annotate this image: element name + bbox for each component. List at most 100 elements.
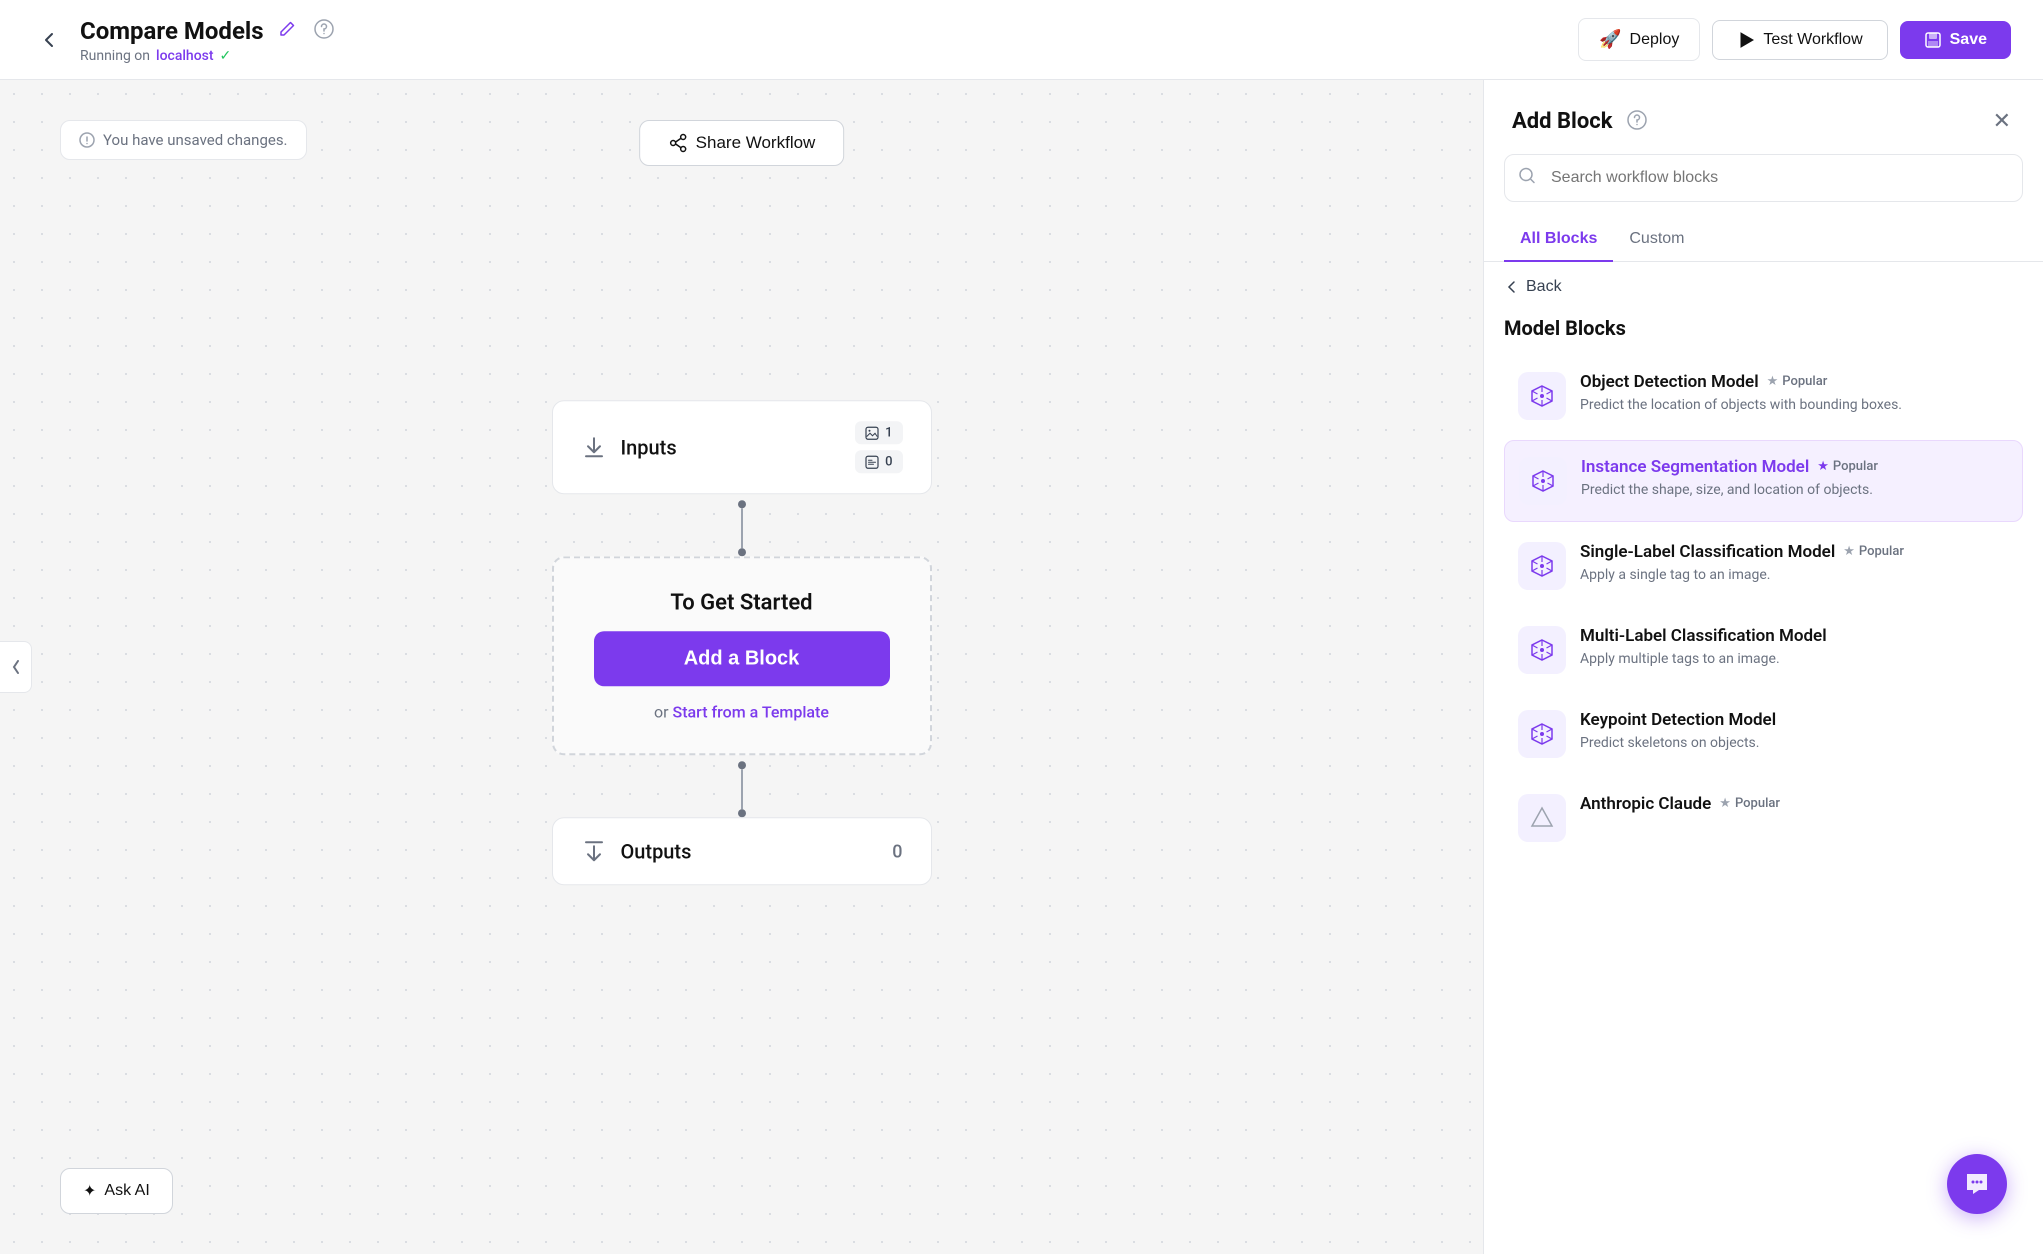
help-button[interactable] (310, 15, 338, 46)
title-row: Compare Models (80, 15, 338, 46)
search-input[interactable] (1504, 154, 2023, 202)
canvas-area: You have unsaved changes. Share Workflow (0, 80, 1483, 1254)
close-panel-button[interactable]: ✕ (1989, 104, 2015, 138)
share-workflow-label: Share Workflow (696, 133, 816, 153)
search-box (1504, 154, 2023, 202)
outputs-text: Outputs (621, 839, 692, 863)
block-name: Object Detection Model (1580, 372, 1759, 392)
block-icon (1518, 710, 1566, 758)
ask-ai-icon: ✦ (83, 1181, 96, 1201)
popular-badge: ★ Popular (1817, 459, 1878, 474)
ask-ai-button[interactable]: ✦ Ask AI (60, 1168, 173, 1214)
block-desc: Predict the location of objects with bou… (1580, 396, 2009, 416)
tab-custom[interactable]: Custom (1613, 218, 1700, 262)
deploy-label: Deploy (1630, 31, 1680, 49)
block-name-row: Anthropic Claude ★ Popular (1580, 794, 2009, 814)
block-desc: Predict the shape, size, and location of… (1581, 481, 2008, 501)
outputs-label: Outputs (581, 838, 692, 864)
test-label: Test Workflow (1763, 31, 1862, 49)
save-button[interactable]: Save (1900, 21, 2011, 59)
or-text: or (654, 702, 669, 721)
block-icon (1519, 457, 1567, 505)
block-name: Single-Label Classification Model (1580, 542, 1835, 562)
block-item[interactable]: Multi-Label Classification Model Apply m… (1504, 610, 2023, 690)
connector-1 (738, 494, 746, 556)
check-icon: ✓ (220, 48, 232, 64)
tabs: All Blocks Custom (1484, 218, 2043, 262)
block-name-row: Single-Label Classification Model ★ Popu… (1580, 542, 2009, 562)
block-name: Instance Segmentation Model (1581, 457, 1809, 477)
panel-title-text: Add Block (1512, 109, 1613, 134)
subtitle-prefix: Running on (80, 48, 150, 64)
inputs-label: Inputs (581, 434, 677, 460)
header: Compare Models Running on localhost (0, 0, 2043, 80)
block-item[interactable]: Object Detection Model ★ Popular Predict… (1504, 356, 2023, 436)
rocket-icon: 🚀 (1599, 29, 1621, 50)
popular-badge: ★ Popular (1843, 544, 1904, 559)
save-label: Save (1950, 31, 1987, 49)
header-left: Compare Models Running on localhost (32, 15, 338, 64)
right-panel: Add Block ✕ All Blo (1483, 80, 2043, 1254)
outputs-node[interactable]: Outputs 0 (552, 817, 932, 885)
outputs-count: 0 (892, 841, 902, 862)
workflow-nodes: Inputs 1 (552, 400, 932, 885)
block-item[interactable]: Single-Label Classification Model ★ Popu… (1504, 526, 2023, 606)
connector-2 (738, 755, 746, 817)
inputs-text: Inputs (621, 435, 677, 459)
start-from-template-link[interactable]: Start from a Template (673, 702, 829, 721)
popular-badge: ★ Popular (1767, 374, 1828, 389)
image-badge: 1 (855, 421, 902, 444)
deploy-button[interactable]: 🚀 Deploy (1578, 18, 1700, 61)
tab-all-blocks[interactable]: All Blocks (1504, 218, 1613, 262)
block-icon (1518, 794, 1566, 842)
block-info: Anthropic Claude ★ Popular (1580, 794, 2009, 818)
back-link-text: Back (1526, 278, 1562, 296)
image-count: 1 (885, 425, 892, 440)
popular-badge: ★ Popular (1719, 796, 1780, 811)
to-get-started-text: To Get Started (670, 590, 812, 615)
block-info: Keypoint Detection Model Predict skeleto… (1580, 710, 2009, 754)
block-item[interactable]: Anthropic Claude ★ Popular (1504, 778, 2023, 858)
block-info: Multi-Label Classification Model Apply m… (1580, 626, 2009, 670)
block-desc: Apply a single tag to an image. (1580, 566, 2009, 586)
share-workflow-button[interactable]: Share Workflow (639, 120, 845, 166)
block-desc: Apply multiple tags to an image. (1580, 650, 2009, 670)
chat-bubble-button[interactable] (1947, 1154, 2007, 1214)
block-name-row: Instance Segmentation Model ★ Popular (1581, 457, 2008, 477)
panel-body: Back Model Blocks Object Detection Model (1484, 262, 2043, 1254)
get-started-node: To Get Started Add a Block or Start from… (552, 556, 932, 755)
test-workflow-button[interactable]: Test Workflow (1712, 20, 1887, 60)
section-title: Model Blocks (1504, 316, 2023, 340)
block-icon (1518, 372, 1566, 420)
edit-title-button[interactable] (274, 16, 300, 45)
host-label: localhost (156, 48, 214, 64)
panel-help-button[interactable] (1623, 106, 1651, 137)
blocks-list: Object Detection Model ★ Popular Predict… (1504, 356, 2023, 858)
block-icon (1518, 542, 1566, 590)
sidebar-toggle-button[interactable] (0, 641, 32, 693)
block-item[interactable]: Instance Segmentation Model ★ Popular Pr… (1504, 440, 2023, 522)
panel-title: Add Block (1512, 106, 1651, 137)
block-name-row: Multi-Label Classification Model (1580, 626, 2009, 646)
block-item[interactable]: Keypoint Detection Model Predict skeleto… (1504, 694, 2023, 774)
text-count: 0 (885, 454, 892, 469)
block-name-row: Keypoint Detection Model (1580, 710, 2009, 730)
inputs-node[interactable]: Inputs 1 (552, 400, 932, 494)
text-badge: 0 (855, 450, 902, 473)
back-link-button[interactable]: Back (1504, 278, 1562, 296)
header-right: 🚀 Deploy Test Workflow Save (1578, 18, 2011, 61)
panel-header: Add Block ✕ (1484, 80, 2043, 154)
back-button[interactable] (32, 22, 68, 58)
block-info: Object Detection Model ★ Popular Predict… (1580, 372, 2009, 416)
inputs-badges: 1 0 (855, 421, 902, 473)
ask-ai-label: Ask AI (104, 1182, 149, 1200)
main-layout: You have unsaved changes. Share Workflow (0, 80, 2043, 1254)
block-desc: Predict skeletons on objects. (1580, 734, 2009, 754)
unsaved-text: You have unsaved changes. (103, 131, 288, 149)
unsaved-notice: You have unsaved changes. (60, 120, 307, 160)
or-template: or Start from a Template (654, 702, 829, 721)
add-block-button[interactable]: Add a Block (594, 631, 890, 686)
block-icon (1518, 626, 1566, 674)
block-name-row: Object Detection Model ★ Popular (1580, 372, 2009, 392)
title-area: Compare Models Running on localhost (80, 15, 338, 64)
